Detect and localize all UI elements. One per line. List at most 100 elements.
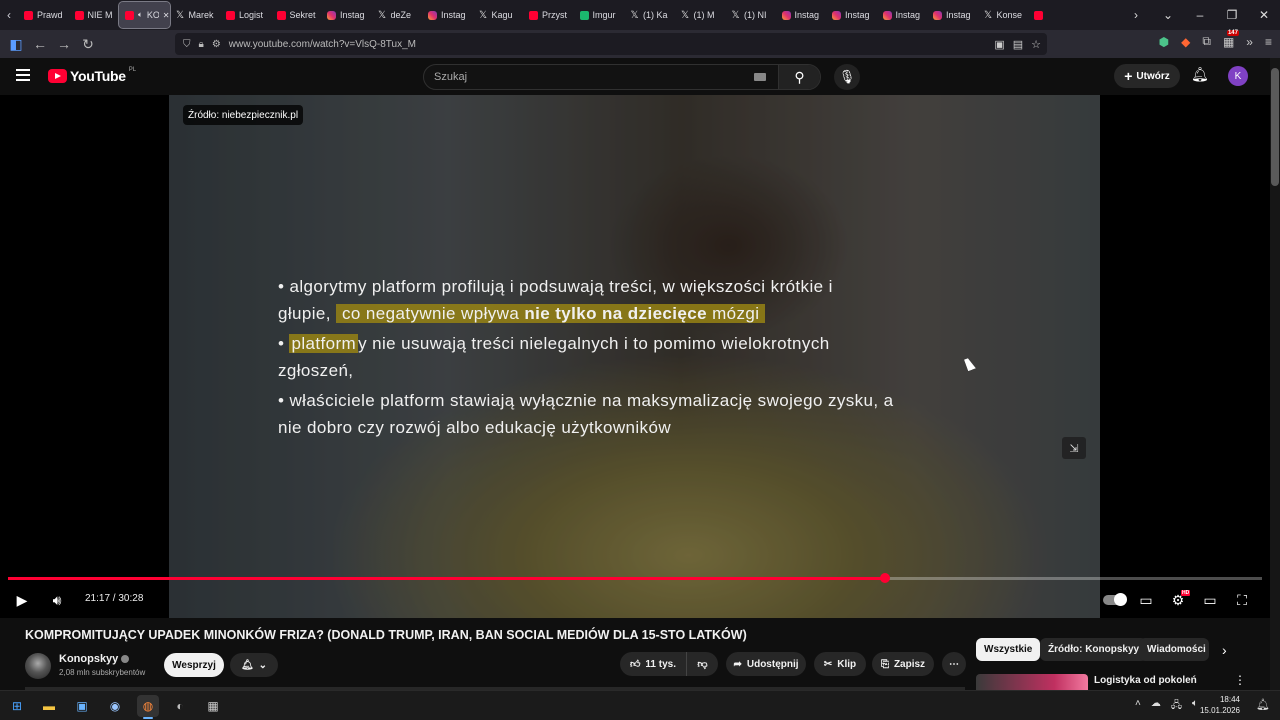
youtube-logo[interactable]: YouTube PL <box>48 67 136 84</box>
close-window-button[interactable]: ✕ <box>1248 8 1280 22</box>
subtitles-icon[interactable]: ▭ <box>1136 588 1156 612</box>
browser-tab[interactable]: Sekret <box>271 2 322 28</box>
menu-icon[interactable]: ≡ <box>1265 35 1272 49</box>
browser-tab[interactable]: NIE M <box>69 2 120 28</box>
recommended-video-thumbnail[interactable] <box>976 674 1088 690</box>
browser-tab[interactable]: Instag <box>826 2 877 28</box>
onedrive-icon[interactable]: ☁ <box>1151 698 1161 715</box>
search-button[interactable]: ⚲ <box>778 65 820 89</box>
lock-icon[interactable]: 🔒︎ <box>199 39 204 50</box>
file-explorer-icon[interactable]: ▬ <box>38 695 60 717</box>
network-icon[interactable]: 🖧︎ <box>1171 698 1182 715</box>
tray-chevron-up-icon[interactable]: ˄ <box>1135 698 1141 715</box>
notification-center-icon[interactable]: 🔔︎ <box>1256 698 1270 711</box>
windows-start-icon[interactable]: ⊞ <box>6 695 28 717</box>
notifications-bell-icon[interactable]: 🔔︎ <box>1191 66 1209 83</box>
chip-all[interactable]: Wszystkie <box>976 638 1041 661</box>
browser-tab[interactable]: Instag <box>422 2 473 28</box>
browser-tab[interactable]: 𝕏 (1) M <box>675 2 726 28</box>
miniplayer-overlay-button[interactable]: ⇲ <box>1062 437 1086 459</box>
overflow-chevrons-icon[interactable]: » <box>1246 35 1253 49</box>
pip-icon[interactable]: ▣ <box>994 38 1004 51</box>
taskbar-clock[interactable]: 18:44 15.01.2026 <box>1200 694 1240 716</box>
app-icon[interactable]: ◐ <box>169 695 191 717</box>
browser-tab[interactable]: 𝕏 (1) Ka <box>624 2 675 28</box>
address-bar[interactable]: ⛉ 🔒︎ ⚙ www.youtube.com/watch?v=VlsQ-8Tux… <box>175 33 1047 55</box>
back-button[interactable]: ← <box>28 32 52 56</box>
recommended-video-title[interactable]: Logistyka od pokoleń <box>1094 675 1197 686</box>
browser-tab[interactable]: Przyst <box>523 2 574 28</box>
browser-tab[interactable]: 🔈︎ KO ✕ <box>118 1 171 29</box>
permissions-icon[interactable]: ⚙ <box>212 39 221 50</box>
subscription-bell-button[interactable]: 🔔︎ ⌄ <box>230 653 278 677</box>
autoplay-toggle[interactable] <box>1103 588 1127 612</box>
extensions-puzzle-icon[interactable]: ⧉ <box>1202 34 1211 49</box>
browser-tab[interactable]: 𝕏 (1) NI <box>725 2 776 28</box>
fullscreen-icon[interactable]: ⛶ <box>1232 588 1252 612</box>
theater-mode-icon[interactable]: ▭ <box>1200 588 1220 612</box>
browser-tab[interactable]: 𝕏 Marek <box>170 2 221 28</box>
steam-icon[interactable]: ◉ <box>104 695 126 717</box>
browser-tab[interactable]: Instag <box>877 2 928 28</box>
save-button[interactable]: ⎘ Zapisz <box>872 652 934 676</box>
chip-source-channel[interactable]: Źródło: Konopskyy <box>1040 638 1148 661</box>
clip-button[interactable]: ✂ Klip <box>814 652 866 676</box>
browser-tab[interactable]: Logist <box>220 2 271 28</box>
hamburger-menu-icon[interactable] <box>16 69 30 81</box>
settings-gear-icon[interactable]: ⚙ HD <box>1168 588 1191 612</box>
browser-tab[interactable]: Instag <box>927 2 978 28</box>
tabs-scroll-right-button[interactable]: › <box>1120 8 1152 22</box>
firefox-icon[interactable]: ◍ <box>137 695 159 719</box>
browser-tab[interactable]: Prawd <box>18 2 69 28</box>
channel-name[interactable]: Konopskyy <box>59 653 130 665</box>
browser-tab[interactable]: 𝕏 Kagu <box>473 2 524 28</box>
page-scrollbar[interactable] <box>1270 58 1280 690</box>
search-input[interactable]: Szukaj <box>424 65 754 89</box>
forward-button[interactable]: → <box>52 32 76 56</box>
minimize-button[interactable]: – <box>1184 8 1216 22</box>
create-button[interactable]: + Utwórz <box>1114 64 1180 88</box>
browser-tab[interactable]: Imgur <box>574 2 625 28</box>
support-button[interactable]: Wesprzyj <box>164 653 224 677</box>
video-player[interactable]: Źródło: niebezpiecznik.pl • algorytmy pl… <box>0 95 1270 618</box>
bookmark-star-icon[interactable]: ☆ <box>1031 38 1041 51</box>
dislike-button[interactable]: 👎︎ <box>686 652 718 676</box>
notifications-extension-icon[interactable]: ▦ 147 <box>1223 29 1239 49</box>
sidebar-toggle-icon[interactable]: ◧ <box>4 32 28 56</box>
extension-fox-icon[interactable]: ◆ <box>1181 35 1190 49</box>
tab-list-button[interactable]: ⌄ <box>1152 8 1184 22</box>
share-button[interactable]: ➦ Udostępnij <box>726 652 806 676</box>
browser-tab[interactable]: 𝕏deZe <box>372 2 423 28</box>
remote-desktop-icon[interactable]: ▣ <box>71 695 93 717</box>
chevron-right-icon[interactable]: › <box>1222 642 1227 658</box>
progress-bar[interactable] <box>8 573 1262 583</box>
chip-news[interactable]: Wiadomości z <box>1139 638 1209 661</box>
account-avatar[interactable]: K <box>1228 66 1248 86</box>
volume-icon[interactable]: 🔊︎ <box>46 588 68 612</box>
calculator-icon[interactable]: ▦ <box>202 695 224 717</box>
restore-button[interactable]: ❐ <box>1216 8 1248 22</box>
play-icon[interactable]: ▶ <box>12 588 32 612</box>
tabs-scroll-left-button[interactable]: ‹ <box>0 0 18 30</box>
channel-name-text[interactable]: Konopskyy <box>59 653 118 665</box>
url-text[interactable]: www.youtube.com/watch?v=VlsQ-8Tux_M <box>229 39 416 50</box>
channel-avatar[interactable] <box>25 653 51 679</box>
shield-icon[interactable]: ⛉ <box>183 39 191 50</box>
browser-tab[interactable]: Instag <box>321 2 372 28</box>
browser-tab[interactable] <box>1028 2 1079 28</box>
scrollbar-thumb[interactable] <box>1271 68 1279 186</box>
voice-search-button[interactable]: 🎙︎ <box>834 64 860 90</box>
extension-shield-icon[interactable]: ⬢ <box>1159 35 1169 49</box>
reader-view-icon[interactable]: ▤ <box>1013 38 1023 51</box>
browser-tab[interactable]: 𝕏 Konse <box>978 2 1029 28</box>
reload-button[interactable]: ↻ <box>76 32 100 56</box>
recommended-more-icon[interactable]: ⋮ <box>1234 673 1246 687</box>
like-button[interactable]: 👍︎ 11 tys. <box>620 652 686 676</box>
tab-close-icon[interactable]: ✕ <box>163 11 170 20</box>
browser-tab[interactable]: Instag <box>776 2 827 28</box>
more-actions-button[interactable]: ⋯ <box>942 652 966 676</box>
tab-audio-icon[interactable]: 🔈︎ <box>138 10 143 20</box>
speaker-icon[interactable]: 🔈︎ <box>1192 698 1198 715</box>
keyboard-icon[interactable] <box>754 73 766 81</box>
progress-scrubber-handle[interactable] <box>879 573 890 583</box>
